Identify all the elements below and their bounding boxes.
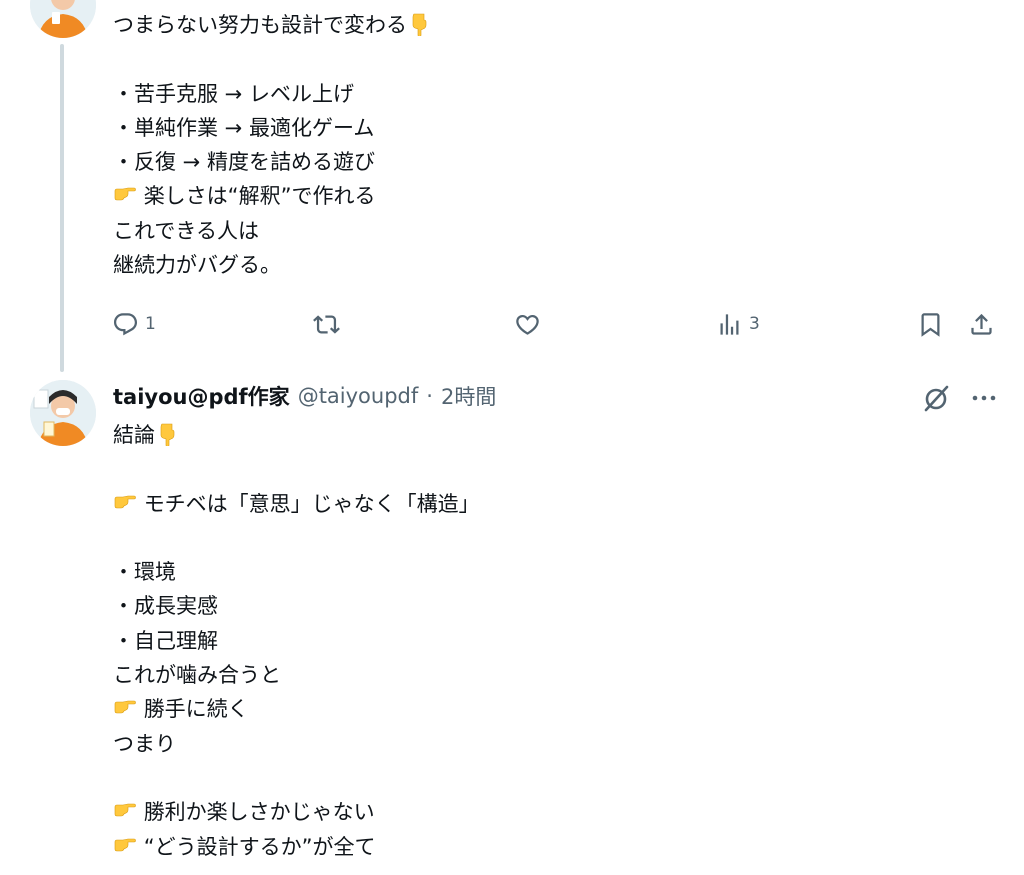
- tweet-text: つまらない努力も設計で変わる ・苦手克服 → レベル上げ ・単純作業 → 最適化…: [113, 8, 431, 282]
- views-button[interactable]: 3: [716, 306, 760, 342]
- avatar[interactable]: [30, 0, 96, 38]
- tweet-line: ・環境: [113, 560, 176, 585]
- share-icon: [968, 311, 995, 338]
- tweet-line: ・成長実感: [113, 594, 218, 619]
- tweet-line: これが噛み合うと: [113, 663, 281, 688]
- backhand-index-pointing-right-emoji: [113, 491, 137, 515]
- timeline: つまらない努力も設計で変わる ・苦手克服 → レベル上げ ・単純作業 → 最適化…: [0, 0, 1024, 875]
- heart-icon: [514, 311, 541, 338]
- retweet-icon: [313, 311, 340, 338]
- tweet-line: 勝利か楽しさかじゃない: [143, 800, 375, 825]
- tweet-line: モチベは「意思」じゃなく「構造」: [143, 491, 480, 516]
- tweet-line: 継続力がバグる。: [113, 253, 281, 278]
- tweet-actions: 1 3: [0, 306, 1024, 342]
- backhand-index-pointing-right-emoji: [113, 696, 137, 720]
- tweet-line: ・自己理解: [113, 628, 218, 653]
- grok-icon[interactable]: [920, 382, 952, 414]
- tweet-line: ・反復 → 精度を詰める遊び: [113, 150, 375, 175]
- separator-dot: ·: [426, 384, 433, 408]
- tweet-line: つまらない努力も設計で変わる: [113, 13, 407, 37]
- tweet-line: つまり: [113, 731, 176, 756]
- backhand-index-pointing-right-emoji: [113, 834, 137, 858]
- tweet-line: 勝手に続く: [143, 697, 249, 722]
- retweet-button[interactable]: [313, 306, 346, 342]
- reply-button[interactable]: 1: [112, 306, 156, 342]
- tweet-line: 楽しさは“解釈”で作れる: [143, 184, 376, 209]
- tweet-header: taiyou@pdf作家 @taiyoupdf · 2時間: [113, 378, 496, 414]
- backhand-index-pointing-down-emoji: [155, 422, 179, 446]
- backhand-index-pointing-down-emoji: [407, 12, 431, 36]
- display-name[interactable]: taiyou@pdf作家: [113, 381, 290, 411]
- views-count: 3: [749, 314, 760, 334]
- reply-icon: [112, 311, 139, 338]
- user-handle[interactable]: @taiyoupdf: [298, 384, 419, 408]
- backhand-index-pointing-right-emoji: [113, 183, 137, 207]
- avatar[interactable]: [30, 380, 96, 446]
- reply-count: 1: [145, 314, 156, 334]
- like-button[interactable]: [514, 306, 547, 342]
- tweet-text: 結論 モチベは「意思」じゃなく「構造」 ・環境 ・成長実感 ・自己理解 これが噛…: [113, 418, 480, 864]
- tweet-line: “どう設計するか”が全て: [143, 834, 376, 859]
- tweet-line: ・苦手克服 → レベル上げ: [113, 81, 354, 106]
- views-icon: [716, 311, 743, 338]
- share-button[interactable]: [968, 306, 995, 342]
- backhand-index-pointing-right-emoji: [113, 799, 137, 823]
- tweet-line: 結論: [113, 423, 155, 447]
- more-icon[interactable]: [968, 384, 1000, 412]
- timestamp[interactable]: 2時間: [441, 381, 496, 411]
- tweet-line: これできる人は: [113, 218, 259, 243]
- bookmark-icon: [917, 311, 944, 338]
- tweet-line: ・単純作業 → 最適化ゲーム: [113, 115, 375, 140]
- bookmark-button[interactable]: [917, 306, 944, 342]
